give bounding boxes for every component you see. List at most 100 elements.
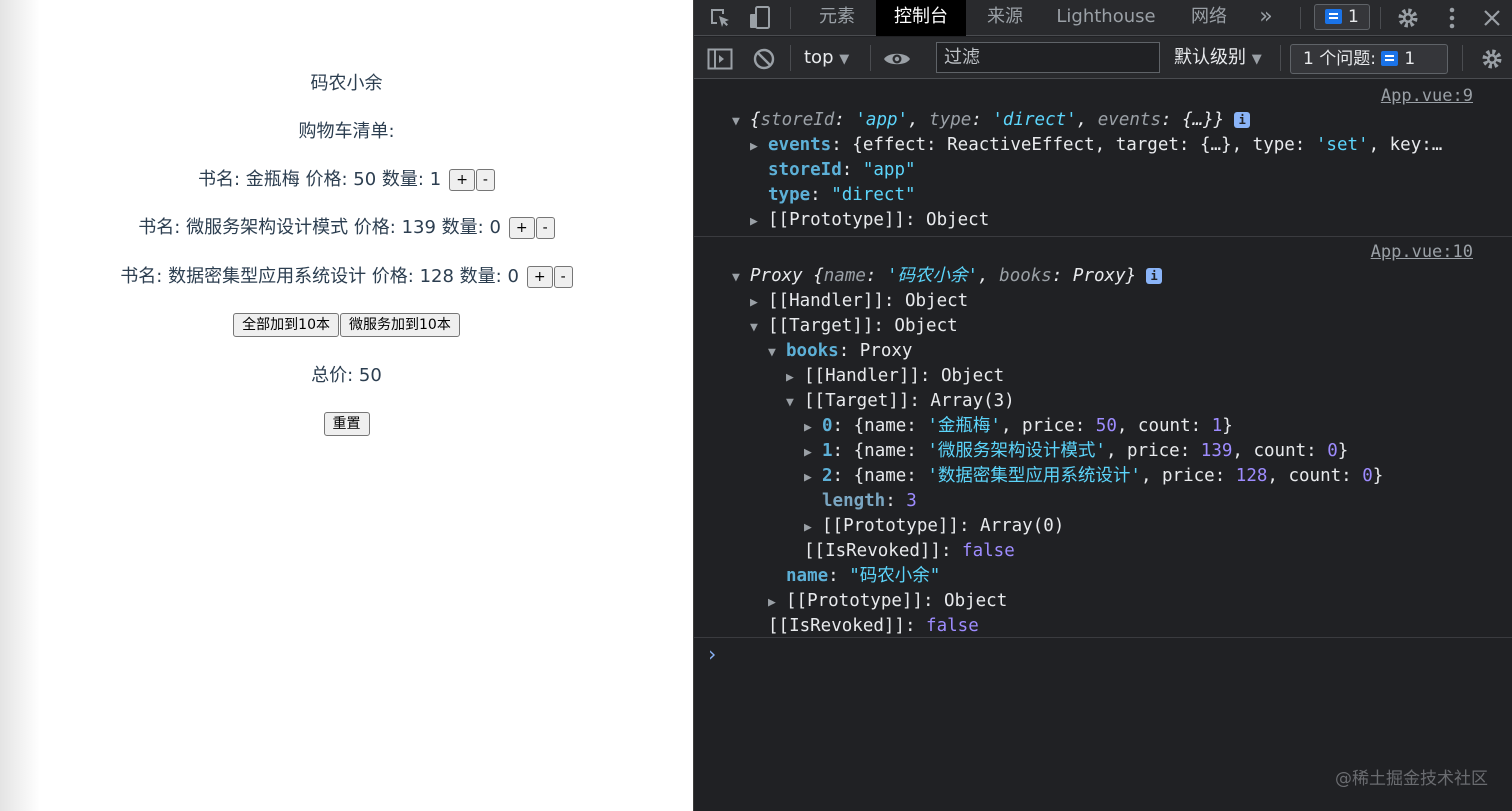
book-row: 书名: 数据密集型应用系统设计 价格: 128 数量: 0 + - — [0, 265, 693, 289]
property-row[interactable]: ▶ [[Prototype]]: Object — [750, 208, 989, 233]
expand-triangle-icon: ▼ — [732, 114, 740, 129]
separator — [1300, 7, 1301, 29]
tab-console[interactable]: 控制台 — [876, 0, 966, 36]
expand-triangle-icon: ▶ — [750, 139, 758, 154]
property-row[interactable]: ▶ events: {effect: ReactiveEffect, target… — [750, 133, 1442, 158]
separator — [1280, 45, 1281, 71]
cart-heading: 购物车清单: — [298, 121, 395, 142]
tab-lighthouse[interactable]: Lighthouse — [1046, 0, 1166, 36]
array-item-row[interactable]: ▶ 1: {name: '微服务架构设计模式', price: 139, coun… — [804, 439, 1348, 464]
property-row[interactable]: ▼ [[Target]]: Array(3) — [786, 389, 1015, 414]
property-row[interactable]: ▶ [[Handler]]: Object — [786, 364, 1004, 389]
console-prompt[interactable]: › — [706, 642, 718, 666]
property-row: storeId: "app" — [768, 160, 916, 180]
property-row[interactable]: ▶ [[Prototype]]: Array(0) — [804, 514, 1064, 539]
property-row: [[IsRevoked]]: false — [768, 616, 979, 636]
inspect-icon[interactable] — [706, 0, 734, 42]
book-row: 书名: 微服务架构设计模式 价格: 139 数量: 0 + - — [0, 216, 693, 240]
property-row[interactable]: ▶ [[Prototype]]: Object — [768, 589, 1007, 614]
context-label: top — [804, 47, 834, 68]
book-count: 0 — [489, 217, 501, 238]
reset-row: 重置 — [0, 412, 693, 436]
separator — [1462, 45, 1463, 71]
microservice-to-10-button[interactable]: 微服务加到10本 — [340, 313, 460, 337]
decrement-button[interactable]: - — [475, 169, 495, 191]
tab-sources[interactable]: 来源 — [970, 0, 1040, 36]
issues-count: 1 — [1404, 49, 1416, 69]
decrement-button[interactable]: - — [535, 217, 555, 239]
info-icon[interactable]: i — [1146, 268, 1163, 284]
expand-triangle-icon: ▶ — [768, 595, 776, 610]
expand-triangle-icon: ▼ — [786, 395, 794, 410]
issues-badge[interactable]: 1 — [1314, 4, 1370, 30]
book-row: 书名: 金瓶梅 价格: 50 数量: 1 + - — [0, 168, 693, 192]
property-row: length: 3 — [822, 491, 917, 511]
console-filter-input[interactable] — [936, 42, 1160, 73]
array-item-row[interactable]: ▶ 0: {name: '金瓶梅', price: 50, count: 1} — [804, 414, 1233, 439]
expand-triangle-icon: ▶ — [804, 520, 812, 535]
issues-counter[interactable]: 1 个问题: 1 — [1290, 44, 1448, 74]
gear-icon[interactable] — [1394, 0, 1422, 42]
console-settings-icon[interactable] — [1478, 41, 1506, 77]
property-row: name: "码农小余" — [786, 566, 941, 586]
book-row-text: 书名: 数据密集型应用系统设计 价格: 128 数量: — [120, 266, 508, 287]
kebab-menu-icon[interactable] — [1438, 0, 1466, 41]
expand-triangle-icon: ▶ — [750, 214, 758, 229]
property-row[interactable]: ▼ [[Target]]: Object — [750, 314, 958, 339]
page-title: 码农小余 — [310, 73, 383, 94]
sidebar-icon[interactable] — [706, 41, 734, 77]
issues-badge-count: 1 — [1348, 7, 1359, 27]
expand-triangle-icon: ▼ — [732, 270, 740, 285]
log-level-dropdown[interactable]: 默认级别 ▼ — [1174, 46, 1262, 72]
expand-triangle-icon: ▶ — [804, 470, 812, 485]
book-count: 0 — [507, 266, 519, 287]
message-icon — [1325, 9, 1342, 24]
console-message: App.vue:10 ▼ Proxy {name: '码农小余', books: … — [694, 238, 1512, 638]
property-row: [[IsRevoked]]: false — [804, 541, 1015, 561]
increment-button[interactable]: + — [526, 266, 553, 288]
source-link[interactable]: App.vue:9 — [1381, 86, 1473, 106]
close-icon[interactable] — [1478, 0, 1506, 39]
separator — [790, 7, 791, 29]
log-level-label: 默认级别 — [1174, 47, 1246, 68]
property-row[interactable]: ▼ books: Proxy — [768, 339, 912, 364]
more-tabs-icon[interactable]: » — [1252, 0, 1280, 36]
eye-icon[interactable] — [882, 41, 912, 77]
watermark: @稀土掘金技术社区 — [1335, 769, 1488, 789]
expand-triangle-icon: ▼ — [768, 345, 776, 360]
object-summary[interactable]: ▼ Proxy {name: '码农小余', books: Proxy} i — [732, 264, 1163, 289]
chevron-down-icon: ▼ — [1251, 52, 1262, 67]
tab-elements[interactable]: 元素 — [802, 0, 872, 36]
chevron-down-icon: ▼ — [839, 52, 850, 67]
array-item-row[interactable]: ▶ 2: {name: '数据密集型应用系统设计', price: 128, co… — [804, 464, 1383, 489]
info-icon[interactable]: i — [1234, 112, 1251, 128]
separator — [870, 45, 871, 71]
expand-triangle-icon: ▶ — [786, 370, 794, 385]
context-selector[interactable]: top ▼ — [804, 46, 849, 72]
increment-button[interactable]: + — [449, 169, 475, 191]
clear-console-icon[interactable] — [750, 41, 778, 77]
total-price: 总价: 50 — [311, 365, 382, 386]
book-count: 1 — [429, 169, 442, 190]
bulk-action-row: 全部加到10本 微服务加到10本 — [0, 313, 693, 337]
devtools-tab-bar: 元素 控制台 来源 Lighthouse 网络 » 1 — [694, 0, 1512, 36]
object-summary[interactable]: ▼ {storeId: 'app', type: 'direct', events… — [732, 108, 1251, 133]
separator — [1380, 7, 1381, 29]
book-row-text: 书名: 微服务架构设计模式 价格: 139 数量: — [138, 217, 490, 238]
expand-triangle-icon: ▶ — [750, 295, 758, 310]
separator — [790, 45, 791, 71]
source-link[interactable]: App.vue:10 — [1371, 242, 1473, 262]
console-output: App.vue:9 ▼ {storeId: 'app', type: 'direc… — [694, 80, 1512, 811]
property-row[interactable]: ▶ [[Handler]]: Object — [750, 289, 968, 314]
reset-button[interactable]: 重置 — [323, 412, 370, 436]
expand-triangle-icon: ▶ — [804, 445, 812, 460]
all-to-10-button[interactable]: 全部加到10本 — [233, 313, 339, 337]
tab-network[interactable]: 网络 — [1174, 0, 1244, 36]
decrement-button[interactable]: - — [553, 266, 573, 288]
expand-triangle-icon: ▶ — [804, 420, 812, 435]
increment-button[interactable]: + — [508, 217, 535, 239]
issues-label: 1 个问题: — [1303, 49, 1376, 69]
message-icon — [1381, 51, 1399, 66]
expand-triangle-icon: ▼ — [750, 320, 758, 335]
devtools-panel: 元素 控制台 来源 Lighthouse 网络 » 1 top ▼ 默认级别 ▼… — [693, 0, 1512, 811]
